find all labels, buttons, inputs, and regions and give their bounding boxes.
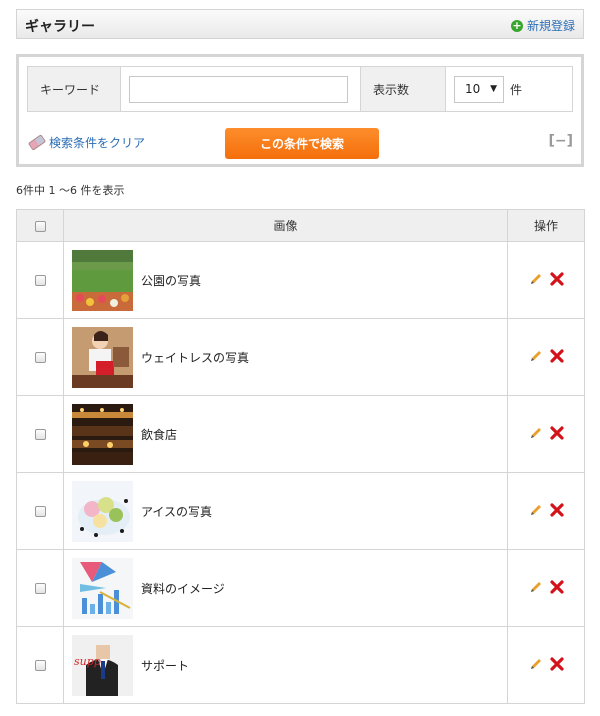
delete-x-icon[interactable] [549, 271, 564, 289]
row-title: 資料のイメージ [141, 581, 225, 596]
row-checkbox-cell [16, 241, 64, 319]
image-cell: 資料のイメージ [63, 549, 508, 627]
row-title: 飲食店 [141, 427, 178, 442]
keyword-input[interactable] [129, 75, 348, 103]
search-form-row: キーワード 表示数 10 ▼ 件 [27, 66, 573, 112]
search-panel: キーワード 表示数 10 ▼ 件 検索条件をクリア この条件で検索 [−] [16, 54, 584, 167]
image-cell: 公園の写真 [63, 241, 508, 319]
keyword-cell [121, 67, 361, 111]
row-checkbox-cell [16, 472, 64, 550]
row-checkbox-cell [16, 318, 64, 396]
table-row: supp サポート [16, 626, 585, 704]
ops-cell [507, 241, 585, 319]
select-all-cell [16, 209, 64, 242]
row-checkbox[interactable] [34, 275, 46, 286]
row-checkbox[interactable] [34, 506, 46, 517]
delete-x-icon[interactable] [549, 425, 564, 443]
collapse-toggle[interactable]: [−] [548, 133, 573, 149]
ops-cell [507, 549, 585, 627]
clear-conditions-link[interactable]: 検索条件をクリア [27, 134, 146, 151]
table-row: 資料のイメージ [16, 549, 585, 627]
column-header-image: 画像 [63, 209, 508, 242]
image-cell: アイスの写真 [63, 472, 508, 550]
delete-x-icon[interactable] [549, 656, 564, 674]
delete-x-icon[interactable] [549, 348, 564, 366]
image-cell: ウェイトレスの写真 [63, 318, 508, 396]
new-register-link[interactable]: + 新規登録 [510, 17, 575, 34]
row-checkbox[interactable] [34, 429, 46, 440]
waitress-photo-thumbnail[interactable] [72, 326, 133, 388]
count-cell: 10 ▼ 件 [446, 67, 572, 111]
count-select[interactable]: 10 ▼ [454, 75, 504, 103]
select-all-checkbox[interactable] [34, 220, 46, 232]
count-label: 表示数 [361, 67, 446, 111]
chevron-down-icon: ▼ [490, 83, 497, 94]
page-title: ギャラリー [25, 19, 95, 35]
row-title: アイスの写真 [141, 504, 213, 519]
ops-cell [507, 472, 585, 550]
edit-pencil-icon[interactable] [529, 657, 543, 674]
count-select-value: 10 [465, 82, 481, 96]
row-checkbox[interactable] [34, 352, 46, 363]
edit-pencil-icon[interactable] [529, 272, 543, 289]
document-chart-photo-thumbnail[interactable] [72, 557, 133, 619]
park-photo-thumbnail[interactable] [72, 249, 133, 311]
restaurant-photo-thumbnail[interactable] [72, 403, 133, 465]
table-header-row: 画像 操作 [16, 209, 585, 242]
image-cell: supp サポート [63, 626, 508, 704]
search-button[interactable]: この条件で検索 [225, 128, 379, 159]
row-checkbox-cell [16, 395, 64, 473]
row-checkbox[interactable] [34, 583, 46, 594]
keyword-label: キーワード [28, 67, 121, 111]
new-register-label: 新規登録 [526, 19, 575, 33]
table-row: 飲食店 [16, 395, 585, 473]
delete-x-icon[interactable] [549, 579, 564, 597]
row-title: サポート [141, 658, 190, 673]
table-row: アイスの写真 [16, 472, 585, 550]
delete-x-icon[interactable] [549, 502, 564, 520]
support-photo-thumbnail[interactable]: supp [72, 634, 133, 696]
ops-cell [507, 626, 585, 704]
edit-pencil-icon[interactable] [529, 503, 543, 520]
clear-conditions-label: 検索条件をクリア [49, 136, 146, 150]
image-cell: 飲食店 [63, 395, 508, 473]
table-row: 公園の写真 [16, 241, 585, 319]
gallery-table: 画像 操作 公園の写真 ウェイトレスの写真 飲食店 アイスの写真 資料のイメージ… [16, 209, 585, 704]
row-title: ウェイトレスの写真 [141, 350, 250, 365]
column-header-ops: 操作 [507, 209, 585, 242]
row-checkbox-cell [16, 549, 64, 627]
row-title: 公園の写真 [141, 273, 202, 288]
eraser-icon [27, 134, 47, 151]
plus-circle-icon: + [510, 18, 523, 32]
count-unit: 件 [510, 82, 523, 97]
page-header: ギャラリー + 新規登録 [16, 9, 584, 39]
edit-pencil-icon[interactable] [529, 349, 543, 366]
ops-cell [507, 395, 585, 473]
ops-cell [507, 318, 585, 396]
svg-text:supp: supp [74, 655, 101, 668]
ice-cream-photo-thumbnail[interactable] [72, 480, 133, 542]
table-row: ウェイトレスの写真 [16, 318, 585, 396]
result-summary: 6件中 1 〜6 件を表示 [16, 184, 125, 197]
edit-pencil-icon[interactable] [529, 426, 543, 443]
edit-pencil-icon[interactable] [529, 580, 543, 597]
row-checkbox-cell [16, 626, 64, 704]
row-checkbox[interactable] [34, 660, 46, 671]
